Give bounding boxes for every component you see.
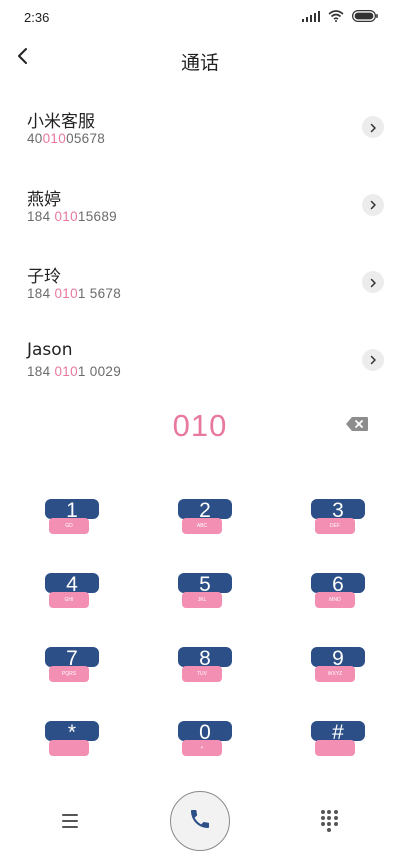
- backspace-icon: [345, 416, 369, 436]
- key-letters: [49, 740, 89, 756]
- key-letters: WXYZ: [315, 666, 355, 682]
- chevron-right-icon: [369, 273, 377, 292]
- number-suffix: 05678: [66, 131, 106, 146]
- key-3[interactable]: 3 DEF: [306, 498, 386, 542]
- number-suffix: 1 0029: [77, 363, 122, 379]
- chevron-right-icon: [369, 118, 377, 137]
- header: 通话: [0, 36, 400, 84]
- key-letters: MNO: [315, 592, 355, 608]
- key-letters: DEF: [315, 518, 355, 534]
- key-6[interactable]: 6 MNO: [306, 572, 386, 616]
- bottom-bar: [0, 790, 400, 854]
- contact-row[interactable]: Jason 184 0101 0029: [0, 329, 400, 407]
- number-match: 010: [54, 286, 78, 301]
- number-prefix: 184: [27, 208, 55, 224]
- key-digit: 8: [178, 647, 232, 670]
- contact-detail-button[interactable]: [362, 116, 384, 138]
- contact-list: 小米客服 4001005678 燕婷 184 01015689 子玲 184 0…: [0, 96, 400, 406]
- key-digit: 3: [311, 499, 365, 522]
- contact-number: 184 0101 0029: [27, 364, 121, 379]
- contact-detail-button[interactable]: [362, 271, 384, 293]
- number-prefix: 184: [27, 286, 55, 301]
- contact-name: Jason: [27, 339, 73, 360]
- key-0[interactable]: 0 +: [173, 720, 253, 764]
- key-5[interactable]: 5 JKL: [173, 572, 253, 616]
- key-digit: 0: [178, 721, 232, 744]
- wifi-icon: [328, 10, 344, 22]
- status-bar: 2:36: [0, 0, 400, 36]
- battery-icon: [352, 10, 378, 22]
- number-prefix: 40: [27, 131, 43, 146]
- number-match: 010: [54, 208, 78, 224]
- key-9[interactable]: 9 WXYZ: [306, 646, 386, 690]
- number-match: 010: [54, 363, 78, 379]
- key-8[interactable]: 8 TUV: [173, 646, 253, 690]
- contact-detail-button[interactable]: [362, 348, 384, 371]
- key-2[interactable]: 2 ABC: [173, 498, 253, 542]
- number-suffix: 1 5678: [77, 286, 122, 301]
- status-icons: [301, 10, 379, 22]
- dial-input-value: 010: [172, 408, 228, 443]
- contact-number: 4001005678: [27, 131, 105, 146]
- status-time: 2:36: [24, 10, 50, 25]
- key-letters: PQRS: [49, 666, 89, 682]
- key-digit: 5: [178, 573, 232, 596]
- key-letters: +: [182, 740, 222, 756]
- number-suffix: 15689: [77, 208, 117, 224]
- key-digit: 7: [45, 647, 99, 670]
- key-letters: GHI: [49, 592, 89, 608]
- menu-icon[interactable]: [60, 812, 80, 830]
- key-digit: 4: [45, 573, 99, 596]
- contact-name: 小米客服: [27, 112, 95, 132]
- contact-number: 184 0101 5678: [27, 286, 121, 301]
- contact-detail-button[interactable]: [362, 193, 384, 216]
- contact-row[interactable]: 燕婷 184 01015689: [0, 174, 400, 252]
- key-4[interactable]: 4 GHI: [40, 572, 120, 616]
- key-digit: 6: [311, 573, 365, 596]
- number-prefix: 184: [27, 363, 55, 379]
- key-digit: 9: [311, 647, 365, 670]
- key-digit: *: [45, 721, 99, 744]
- key-digit: 2: [178, 499, 232, 522]
- key-digit: #: [311, 721, 365, 744]
- dial-input[interactable]: 010: [0, 404, 400, 450]
- contact-name: 子玲: [27, 267, 61, 287]
- key-letters: GD: [49, 518, 89, 534]
- delete-button[interactable]: [344, 416, 370, 436]
- chevron-right-icon: [369, 195, 377, 214]
- dialpad-icon[interactable]: [319, 810, 339, 832]
- key-letters: JKL: [182, 592, 222, 608]
- key-letters: [315, 740, 355, 756]
- contact-name: 燕婷: [27, 189, 61, 210]
- key-digit: 1: [45, 499, 99, 522]
- signal-icon: [301, 10, 320, 22]
- key-letters: ABC: [182, 518, 222, 534]
- key-star[interactable]: *: [40, 720, 120, 764]
- key-hash[interactable]: #: [306, 720, 386, 764]
- contact-number: 184 01015689: [27, 209, 117, 224]
- key-7[interactable]: 7 PQRS: [40, 646, 120, 690]
- key-letters: TUV: [182, 666, 222, 682]
- chevron-right-icon: [369, 350, 377, 369]
- number-match: 010: [42, 131, 67, 146]
- key-1[interactable]: 1 GD: [40, 498, 120, 542]
- call-button[interactable]: [170, 791, 230, 851]
- phone-icon: [188, 807, 212, 835]
- contact-row[interactable]: 子玲 184 0101 5678: [0, 251, 400, 329]
- contact-row[interactable]: 小米客服 4001005678: [0, 96, 400, 174]
- page-title: 通话: [180, 52, 219, 74]
